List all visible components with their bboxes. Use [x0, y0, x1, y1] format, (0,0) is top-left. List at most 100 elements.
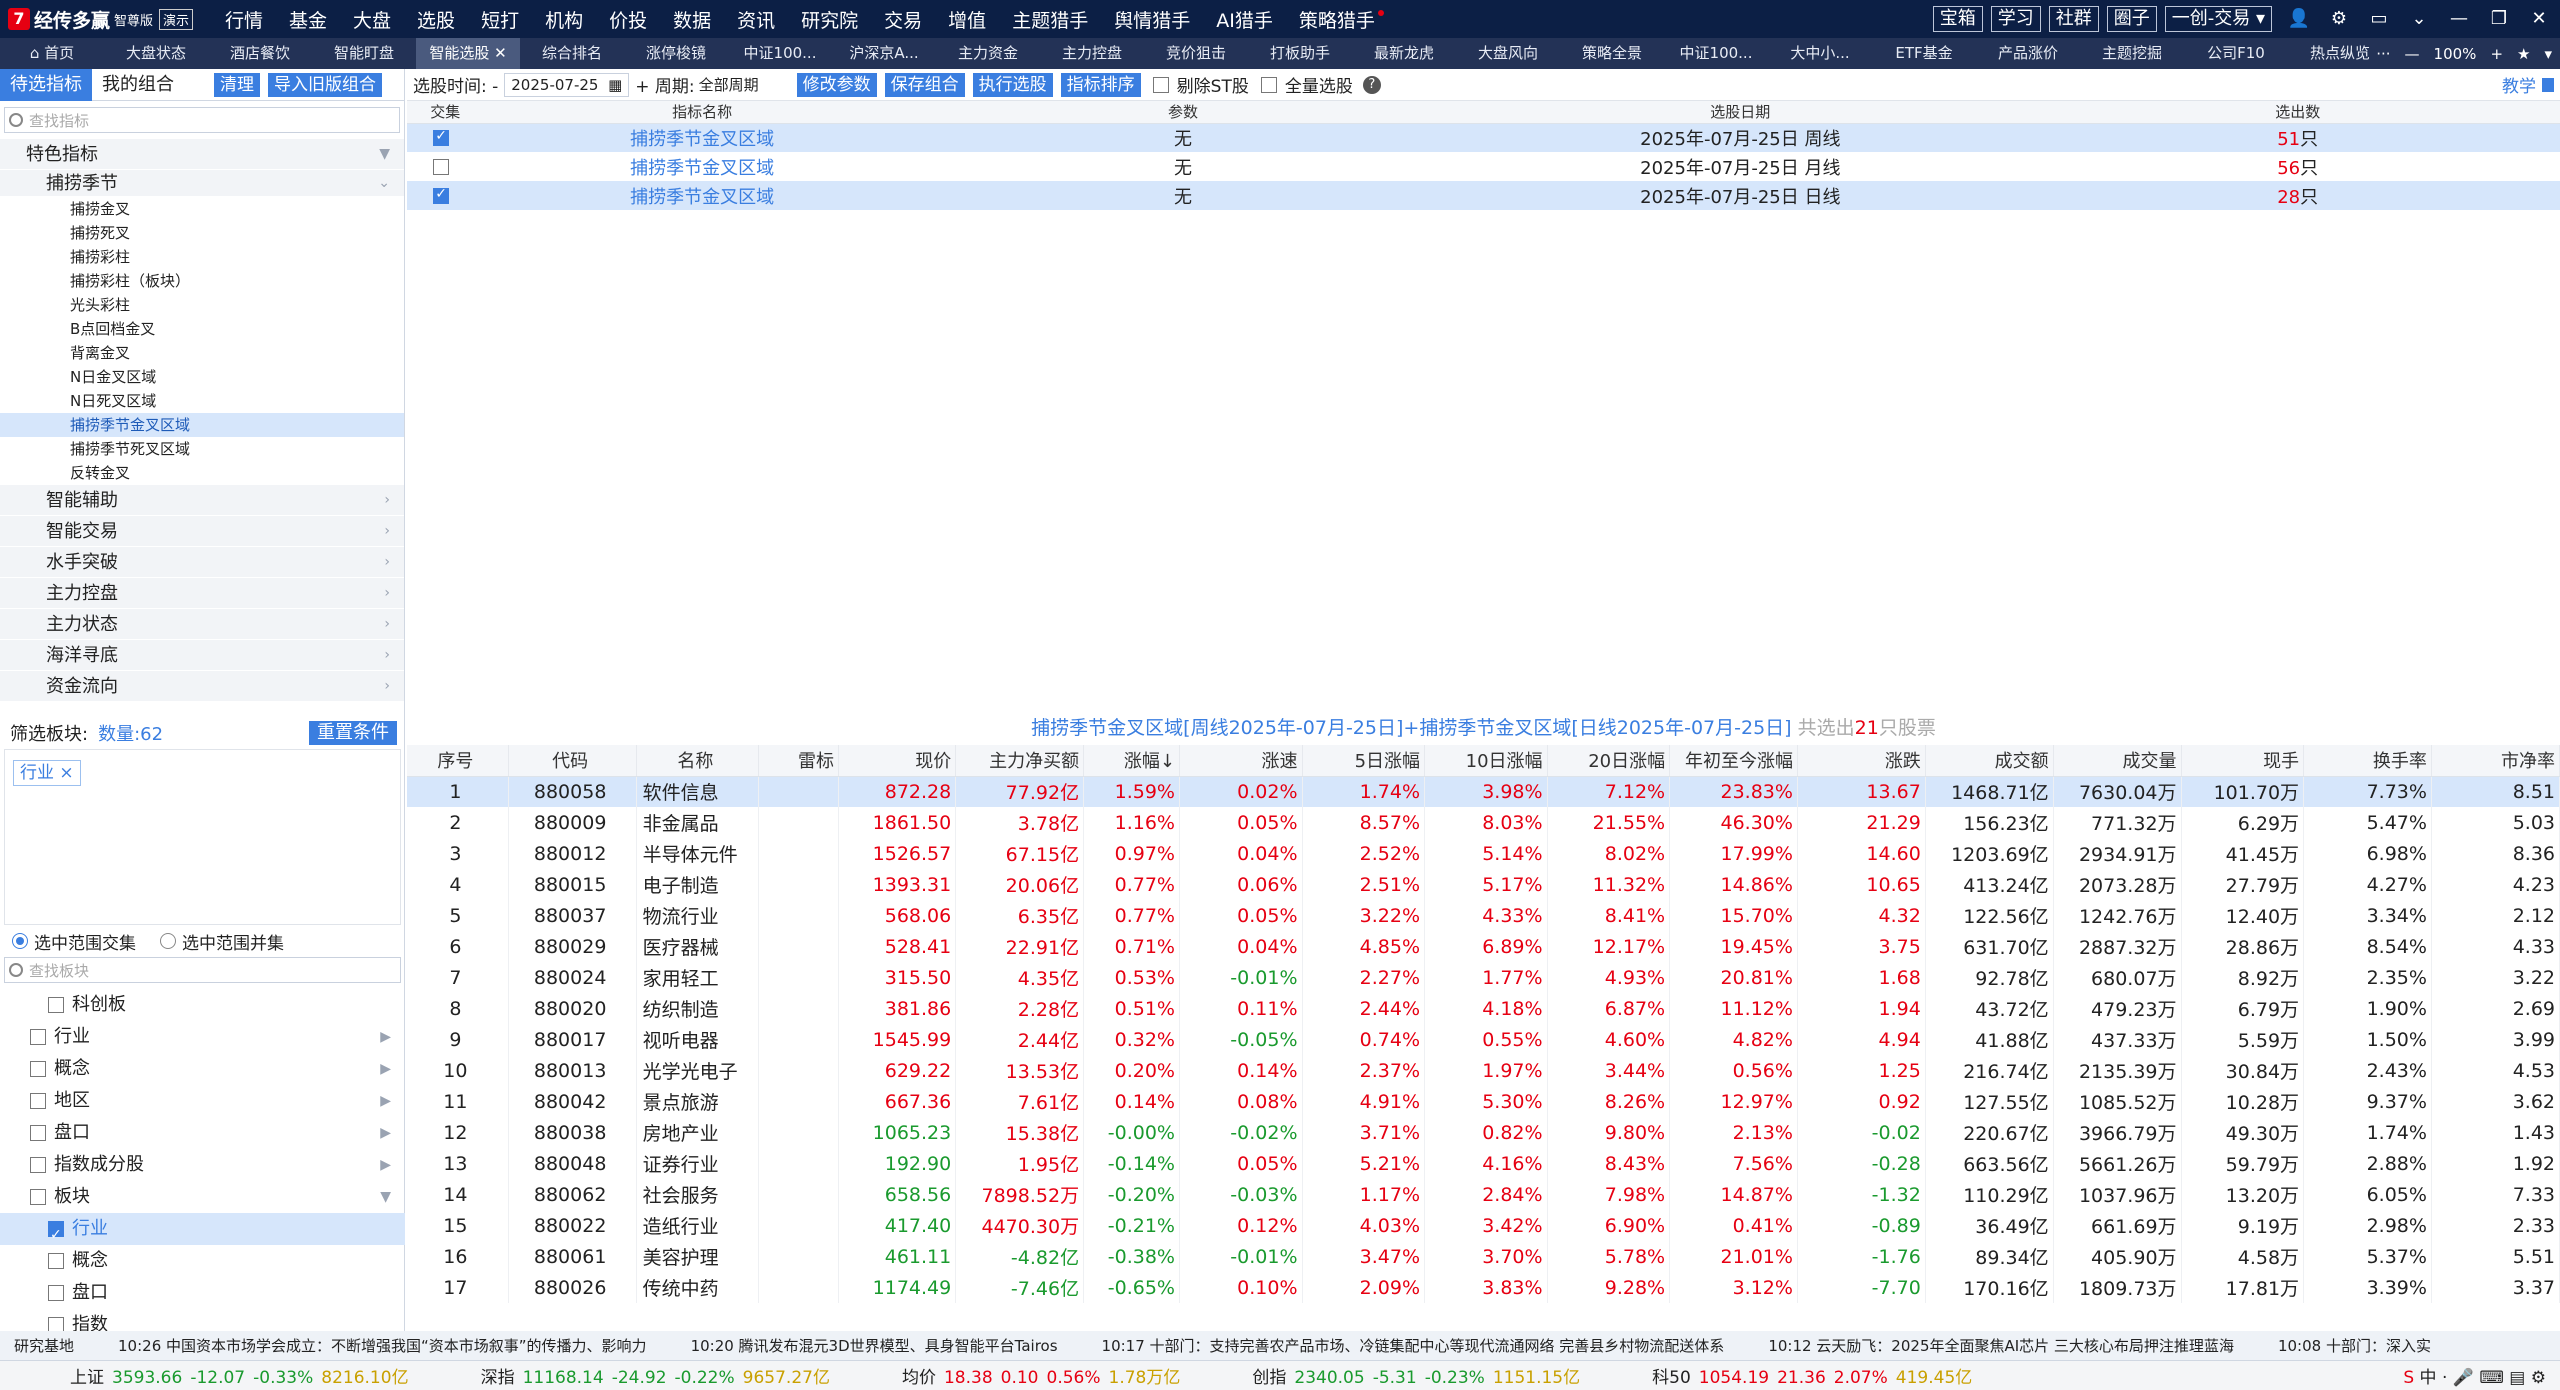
board-checkbox[interactable]	[48, 997, 64, 1013]
indicator-row[interactable]: 捕捞季节金叉区域 无 2025年-07月-25日 月线 56只	[407, 152, 2560, 181]
indicator-leaf[interactable]: 捕捞死叉	[0, 221, 404, 245]
radio-union[interactable]	[160, 933, 176, 949]
menu-item[interactable]: 大盘	[340, 6, 404, 33]
menu-item[interactable]: 价投	[596, 6, 660, 33]
tree-root-special-indicators[interactable]: 特色指标 ▼	[0, 139, 404, 170]
indicator-group[interactable]: 智能交易 ›	[0, 516, 404, 547]
industry-tag[interactable]: 行业 ×	[13, 760, 81, 786]
index-quote-4[interactable]: 科50 1054.19 21.36 2.07% 419.45亿	[1652, 1363, 1972, 1388]
menu-item[interactable]: 舆情猎手	[1101, 6, 1203, 33]
date-input[interactable]: 2025-07-25 ▦	[504, 72, 630, 97]
community-button[interactable]: 社群	[2048, 6, 2099, 32]
trade-account-button[interactable]: 一创-交易 ▾	[2164, 6, 2272, 32]
ime-lang-icon[interactable]: 中 · 🎤 ⌨ ▤ ⚙	[2414, 1368, 2546, 1388]
minimize-icon[interactable]: —	[2446, 6, 2472, 32]
result-col-header[interactable]: 换手率	[2303, 745, 2432, 777]
board-search-input[interactable]: 查找板块	[4, 957, 401, 983]
intersect-checkbox[interactable]	[433, 159, 450, 175]
tutorial-link[interactable]: 教学	[2502, 72, 2536, 97]
result-col-header[interactable]: 现价	[838, 745, 957, 777]
indicator-group[interactable]: 主力控盘 ›	[0, 578, 404, 609]
gear-icon[interactable]: ⚙	[2326, 6, 2352, 32]
result-col-header[interactable]: 10日涨幅	[1424, 745, 1548, 777]
result-row[interactable]: 5 880037 物流行业 568.06 6.35亿 0.77% 0.05% 3.22% 4.3…	[407, 900, 2560, 931]
tab-pending-indicators[interactable]: 待选指标	[0, 68, 92, 101]
help-icon[interactable]: ?	[1362, 75, 1381, 94]
result-row[interactable]: 7 880024 家用轻工 315.50 4.35亿 0.53% -0.01% 2.27% 1.…	[407, 962, 2560, 993]
zoom-out-icon[interactable]: —	[2405, 45, 2420, 63]
indicator-leaf[interactable]: 捕捞彩柱（板块）	[0, 269, 404, 293]
result-row[interactable]: 1 880058 软件信息 872.28 77.92亿 1.59% 0.02% 1.74% 3.…	[407, 776, 2560, 807]
board-item[interactable]: 指数成分股 ▶	[0, 1149, 405, 1181]
board-item[interactable]: 行业 ▶	[0, 1021, 405, 1053]
menu-item[interactable]: AI猎手	[1203, 6, 1286, 33]
radio-intersection[interactable]	[12, 933, 28, 949]
tab-16[interactable]: 中证100...	[1664, 38, 1768, 69]
menu-item[interactable]: 选股	[404, 6, 468, 33]
result-col-header[interactable]: 序号	[407, 745, 509, 777]
star-icon[interactable]: ★	[2517, 45, 2530, 63]
clear-button[interactable]: 清理	[214, 72, 260, 97]
indicator-leaf[interactable]: 捕捞彩柱	[0, 245, 404, 269]
result-col-header[interactable]: 涨幅↓	[1083, 745, 1180, 777]
menu-item[interactable]: 研究院	[788, 6, 871, 33]
indicator-row[interactable]: 捕捞季节金叉区域无2025年-07月-25日 日线28只	[407, 181, 2560, 210]
result-col-header[interactable]: 名称	[636, 745, 760, 777]
learn-button[interactable]: 学习	[1990, 6, 2041, 32]
menu-item[interactable]: 主题猎手	[999, 6, 1101, 33]
tab-1[interactable]: 大盘状态	[104, 38, 208, 69]
tab-8[interactable]: 沪深京A...	[832, 38, 936, 69]
tab-0[interactable]: ⌂ 首页	[0, 38, 104, 69]
indicator-leaf[interactable]: 背离金叉	[0, 341, 404, 365]
indicator-row[interactable]: 捕捞季节金叉区域无2025年-07月-25日 周线51只	[407, 123, 2560, 152]
tab-7[interactable]: 中证100...	[728, 38, 832, 69]
close-icon[interactable]: ✕	[2526, 6, 2552, 32]
indicator-group[interactable]: 水手突破 ›	[0, 547, 404, 578]
indicator-group[interactable]: 主力状态 ›	[0, 609, 404, 640]
input-method-icon[interactable]: S	[2403, 1368, 2414, 1388]
exclude-st-checkbox[interactable]	[1152, 76, 1169, 93]
result-row[interactable]: 15 880022 造纸行业 417.40 4470.30万 -0.21% 0.12% 4.0…	[407, 1210, 2560, 1241]
menu-item[interactable]: 基金	[276, 6, 340, 33]
tab-4[interactable]: 智能选股 ✕	[416, 38, 520, 69]
result-row[interactable]: 12 880038 房地产业 1065.23 15.38亿 -0.00% -0.02% 3.7…	[407, 1117, 2560, 1148]
zoom-in-icon[interactable]: +	[2490, 45, 2503, 63]
index-quote-1[interactable]: 深指 11168.14 -24.92 -0.22% 9657.27亿	[481, 1363, 830, 1388]
result-row[interactable]: 6 880029 医疗器械 528.41 22.91亿 0.71% 0.04% 4.85% 6.…	[407, 931, 2560, 962]
menu-item[interactable]: 机构	[532, 6, 596, 33]
result-col-header[interactable]: 涨跌	[1797, 745, 1926, 777]
result-col-header[interactable]: 成交额	[1925, 745, 2054, 777]
run-selection-button[interactable]: 执行选股	[972, 72, 1053, 97]
tab-3[interactable]: 智能盯盘	[312, 38, 416, 69]
indicator-name[interactable]: 捕捞季节金叉区域	[483, 123, 921, 152]
menu-item[interactable]: 策略猎手	[1286, 6, 1388, 33]
board-item[interactable]: 地区 ▶	[0, 1085, 405, 1117]
result-col-header[interactable]: 现手	[2181, 745, 2305, 777]
result-row[interactable]: 17 880026 传统中药 1174.49 -7.46亿 -0.65% 0.10% 2.09…	[407, 1272, 2560, 1303]
user-icon[interactable]: 👤	[2286, 6, 2312, 32]
result-col-header[interactable]: 代码	[508, 745, 637, 777]
news-item[interactable]: 10:20 腾讯发布混元3D世界模型、具身智能平台Tairos	[691, 1335, 1058, 1356]
board-item[interactable]: 板块 ▼	[0, 1181, 405, 1213]
close-icon[interactable]: ✕	[489, 44, 507, 62]
indicator-name[interactable]: 捕捞季节金叉区域	[483, 181, 921, 210]
result-col-header[interactable]: 成交量	[2053, 745, 2182, 777]
tree-group-fishing-season[interactable]: 捕捞季节 ⌄	[0, 170, 404, 197]
tab-menu-icon[interactable]: ▾	[2544, 45, 2552, 63]
result-col-header[interactable]: 5日涨幅	[1302, 745, 1426, 777]
treasure-box-button[interactable]: 宝箱	[1932, 6, 1983, 32]
index-quote-0[interactable]: 上证 3593.66 -12.07 -0.33% 8216.10亿	[70, 1363, 409, 1388]
news-item[interactable]: 10:08 十部门：深入实	[2278, 1335, 2431, 1356]
menu-item[interactable]: 交易	[871, 6, 935, 33]
more-tabs-icon[interactable]: ···	[2376, 45, 2390, 63]
indicator-group[interactable]: 资金流向 ›	[0, 671, 404, 702]
indicator-group[interactable]: 海洋寻底 ›	[0, 640, 404, 671]
indicator-group[interactable]: 智能辅助 ›	[0, 485, 404, 516]
board-checkbox[interactable]	[30, 1157, 46, 1173]
board-item[interactable]: 盘口	[0, 1277, 405, 1309]
tab-12[interactable]: 打板助手	[1248, 38, 1352, 69]
board-item[interactable]: 盘口 ▶	[0, 1117, 405, 1149]
result-row[interactable]: 10 880013 光学光电子 629.22 13.53亿 0.20% 0.14% 2.37%…	[407, 1055, 2560, 1086]
tab-17[interactable]: 大中小...	[1768, 38, 1872, 69]
news-item[interactable]: 10:17 十部门：支持完善农产品市场、冷链集配中心等现代流通网络 完善县乡村物…	[1102, 1335, 1725, 1356]
